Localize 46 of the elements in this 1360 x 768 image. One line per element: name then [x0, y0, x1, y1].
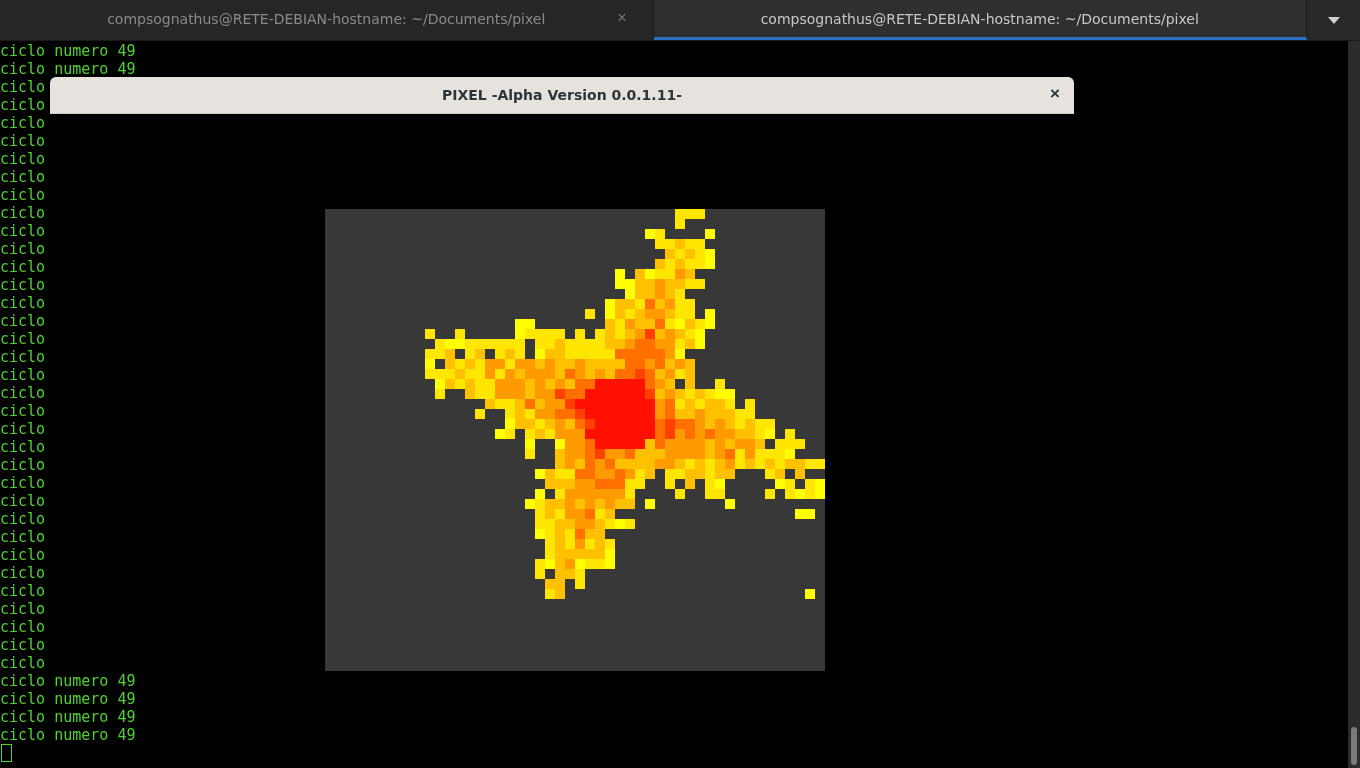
terminal-line: ciclo — [0, 600, 46, 618]
terminal-line: ciclo — [0, 96, 46, 114]
terminal-line: ciclo — [0, 222, 46, 240]
close-button[interactable]: × — [1046, 84, 1064, 104]
text-cursor — [1, 744, 12, 762]
terminal-line: ciclo — [0, 204, 46, 222]
terminal-line: ciclo numero 49 — [0, 672, 136, 690]
terminal-line: ciclo — [0, 654, 46, 672]
terminal-line: ciclo — [0, 384, 46, 402]
terminal-line: ciclo numero 49 — [0, 708, 136, 726]
terminal-line: ciclo — [0, 114, 46, 132]
terminal-line: ciclo — [0, 618, 46, 636]
scrollbar-track[interactable] — [1348, 41, 1360, 768]
terminal-line: ciclo numero 49 — [0, 726, 136, 744]
terminal-line: ciclo — [0, 312, 46, 330]
terminal-line: ciclo — [0, 438, 46, 456]
terminal-line: ciclo — [0, 546, 46, 564]
terminal-line: ciclo — [0, 78, 46, 96]
terminal-line: ciclo — [0, 150, 46, 168]
terminal-line: ciclo — [0, 564, 46, 582]
terminal-line: ciclo — [0, 456, 46, 474]
terminal-line: ciclo — [0, 186, 46, 204]
terminal-line: ciclo — [0, 258, 46, 276]
terminal-line: ciclo — [0, 636, 46, 654]
terminal-line: ciclo — [0, 402, 46, 420]
terminal-line: ciclo — [0, 528, 46, 546]
terminal-line: ciclo numero 49 — [0, 690, 136, 708]
caret-icon — [1327, 16, 1340, 24]
scrollbar-thumb[interactable] — [1351, 727, 1357, 765]
terminal-line: ciclo — [0, 366, 46, 384]
terminal-line: ciclo — [0, 474, 46, 492]
terminal-line: ciclo — [0, 492, 46, 510]
dialog-title: PIXEL -Alpha Version 0.0.1.11- — [442, 87, 682, 103]
terminal-line: ciclo — [0, 276, 46, 294]
terminal-line: ciclo — [0, 240, 46, 258]
terminal-line: ciclo — [0, 510, 46, 528]
terminal-line: ciclo — [0, 294, 46, 312]
terminal-line: ciclo numero 49 — [0, 60, 136, 78]
terminal-line: ciclo — [0, 420, 46, 438]
terminal-line: ciclo — [0, 132, 46, 150]
terminal-line: ciclo — [0, 348, 46, 366]
terminal-tab[interactable]: compsognathus@RETE-DEBIAN-hostname: ~/Documents/pixel — [653, 0, 1307, 40]
terminal-line: ciclo numero 49 — [0, 42, 136, 60]
terminal-line: ciclo — [0, 582, 46, 600]
terminal-line: ciclo — [0, 168, 46, 186]
terminal-line: ciclo — [0, 330, 46, 348]
